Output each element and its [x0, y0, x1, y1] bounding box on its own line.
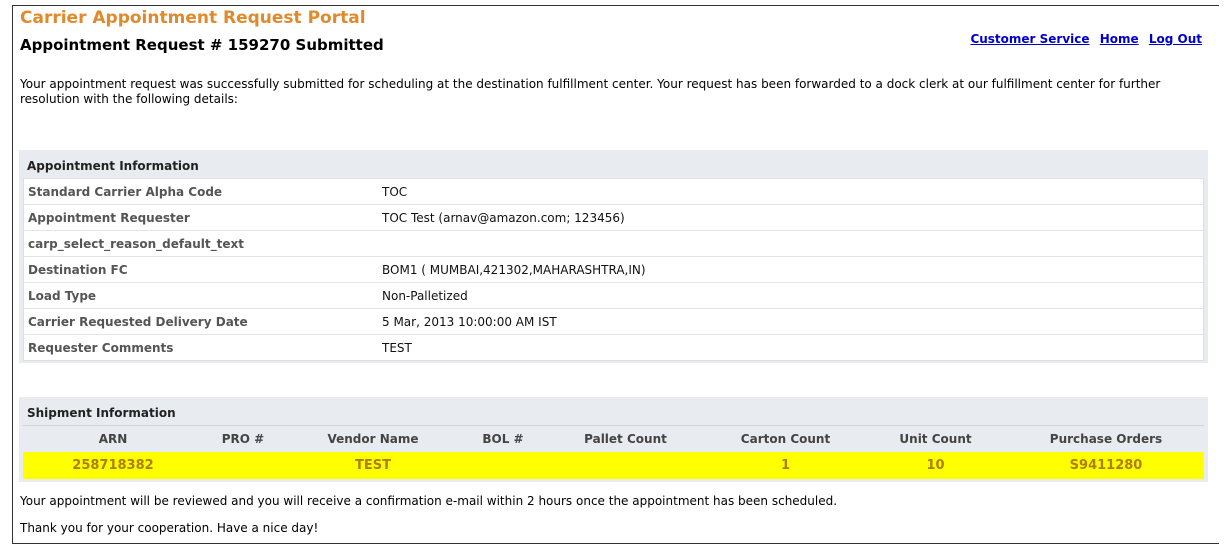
info-row: Appointment Requester TOC Test (arnav@ama…	[24, 205, 1203, 231]
portal-title: Carrier Appointment Request Portal	[20, 8, 366, 28]
info-label: carp_select_reason_default_text	[28, 236, 244, 251]
cell-arn: 258718382	[23, 452, 203, 479]
info-value: 5 Mar, 2013 10:00:00 AM IST	[382, 314, 557, 329]
info-row: carp_select_reason_default_text	[24, 231, 1203, 257]
logout-link[interactable]: Log Out	[1149, 32, 1202, 46]
thanks-note: Thank you for your cooperation. Have a n…	[20, 521, 319, 535]
page-title: Appointment Request # 159270 Submitted	[20, 36, 384, 54]
shipment-info-panel: Shipment Information ARN PRO # Vendor Na…	[19, 397, 1208, 482]
appointment-info-panel: Appointment Information Standard Carrier…	[19, 150, 1208, 363]
table-row: 258718382 TEST 1 10 S9411280	[23, 452, 1204, 479]
info-label: Destination FC	[28, 262, 128, 277]
col-purchase-orders: Purchase Orders	[1008, 425, 1204, 452]
info-row: Destination FC BOM1 ( MUMBAI,421302,MAHAR…	[24, 257, 1203, 283]
col-unit-count: Unit Count	[863, 425, 1008, 452]
info-row: Carrier Requested Delivery Date 5 Mar, 20…	[24, 309, 1203, 335]
info-value: BOM1 ( MUMBAI,421302,MAHARASHTRA,IN)	[382, 262, 646, 277]
home-link[interactable]: Home	[1100, 32, 1139, 46]
col-pro: PRO #	[203, 425, 283, 452]
customer-service-link[interactable]: Customer Service	[970, 32, 1089, 46]
info-value: Non-Palletized	[382, 288, 468, 303]
shipment-table: ARN PRO # Vendor Name BOL # Pallet Count…	[23, 425, 1204, 479]
cell-vendor-name: TEST	[283, 452, 463, 479]
info-row: Requester Comments TEST	[24, 335, 1203, 360]
shipment-header-row: ARN PRO # Vendor Name BOL # Pallet Count…	[23, 425, 1204, 452]
cell-pallet-count	[543, 452, 708, 479]
top-nav: Customer Service Home Log Out	[964, 32, 1202, 46]
cell-purchase-orders: S9411280	[1008, 452, 1204, 479]
cell-unit-count: 10	[863, 452, 1008, 479]
info-label: Requester Comments	[28, 340, 174, 355]
info-label: Load Type	[28, 288, 97, 303]
shipment-info-heading: Shipment Information	[27, 406, 176, 420]
info-value: TOC	[382, 184, 408, 199]
info-label: Carrier Requested Delivery Date	[28, 314, 248, 329]
info-row: Load Type Non-Palletized	[24, 283, 1203, 309]
intro-text: Your appointment request was successfull…	[20, 77, 1161, 106]
appointment-info-heading: Appointment Information	[27, 159, 199, 173]
info-row: Standard Carrier Alpha Code TOC	[24, 179, 1203, 205]
col-vendor-name: Vendor Name	[283, 425, 463, 452]
col-pallet-count: Pallet Count	[543, 425, 708, 452]
info-label: Standard Carrier Alpha Code	[28, 184, 223, 199]
col-carton-count: Carton Count	[708, 425, 863, 452]
col-arn: ARN	[23, 425, 203, 452]
col-bol: BOL #	[463, 425, 543, 452]
review-note: Your appointment will be reviewed and yo…	[20, 494, 838, 508]
cell-bol	[463, 452, 543, 479]
cell-carton-count: 1	[708, 452, 863, 479]
info-label: Appointment Requester	[28, 210, 190, 225]
cell-pro	[203, 452, 283, 479]
info-value: TEST	[382, 340, 412, 355]
info-value: TOC Test (arnav@amazon.com; 123456)	[382, 210, 625, 225]
